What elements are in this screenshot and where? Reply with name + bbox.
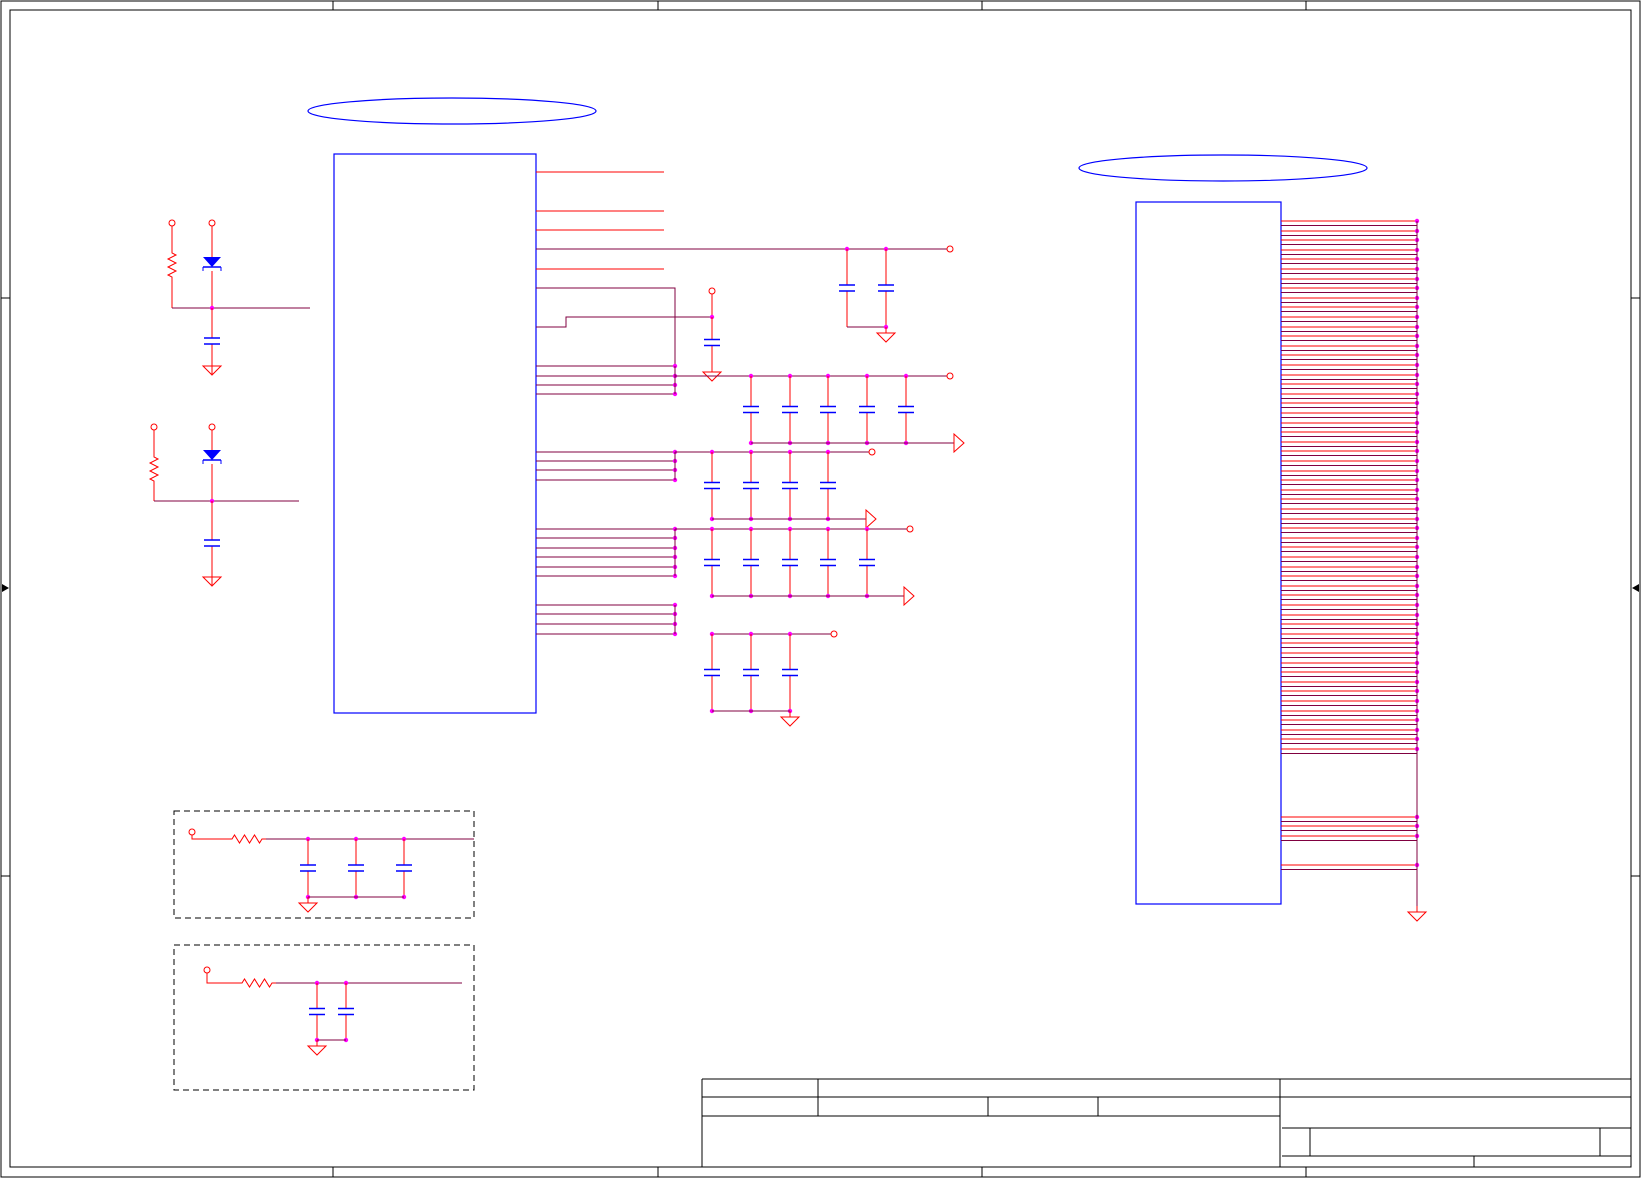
u1-label-ellipse: [307, 97, 597, 125]
zone-arrow: [2, 584, 9, 592]
drawing-frame: [0, 0, 1641, 1178]
ground-symbol: [779, 716, 801, 727]
net-terminal: [208, 423, 216, 431]
rc-filter-2: [173, 944, 475, 1091]
ground-symbol: [297, 902, 319, 913]
connector-u2: [1135, 201, 1428, 922]
ic-u1: [333, 153, 965, 727]
net-terminal: [150, 423, 158, 431]
resistor: [238, 978, 276, 988]
ground-symbol: [1406, 911, 1428, 922]
ground-symbol: [306, 1045, 328, 1056]
net-terminal: [946, 245, 954, 253]
net-bus: [536, 316, 712, 328]
net-terminal: [188, 828, 196, 836]
outer-border: [0, 0, 1641, 1178]
net-terminal: [168, 219, 176, 227]
ground-symbol: [903, 585, 915, 607]
resistor: [228, 834, 266, 844]
resistor: [166, 249, 178, 281]
net-terminal: [203, 966, 211, 974]
net-terminal: [906, 525, 914, 533]
wire: [191, 835, 228, 840]
net-bus: [536, 287, 676, 376]
filter-box: [173, 944, 475, 1091]
led-diode-icon: [203, 257, 221, 267]
inner-border: [9, 9, 1632, 1168]
wire: [206, 973, 238, 984]
ground-symbol: [953, 432, 965, 454]
ground-symbol: [865, 508, 877, 530]
net-terminal: [868, 448, 876, 456]
component-labels-area: [307, 97, 1368, 182]
net-terminal: [708, 287, 716, 295]
u2-body: [1135, 201, 1282, 905]
led-diode-icon: [203, 450, 221, 460]
zone-arrow: [1632, 584, 1639, 592]
u2-label-ellipse: [1078, 154, 1368, 182]
schematic-sheet: [0, 0, 1641, 1178]
net-terminal: [830, 630, 838, 638]
title-block: [701, 1078, 1631, 1167]
net-terminal: [946, 372, 954, 380]
u1-body: [333, 153, 537, 714]
rc-filter-1: [173, 810, 475, 919]
resistor: [148, 453, 160, 485]
led-circuit-2: [148, 423, 299, 587]
filter-box: [173, 810, 475, 919]
ground-symbol: [875, 332, 897, 343]
led-circuit-1: [166, 219, 310, 376]
net-terminal: [208, 219, 216, 227]
